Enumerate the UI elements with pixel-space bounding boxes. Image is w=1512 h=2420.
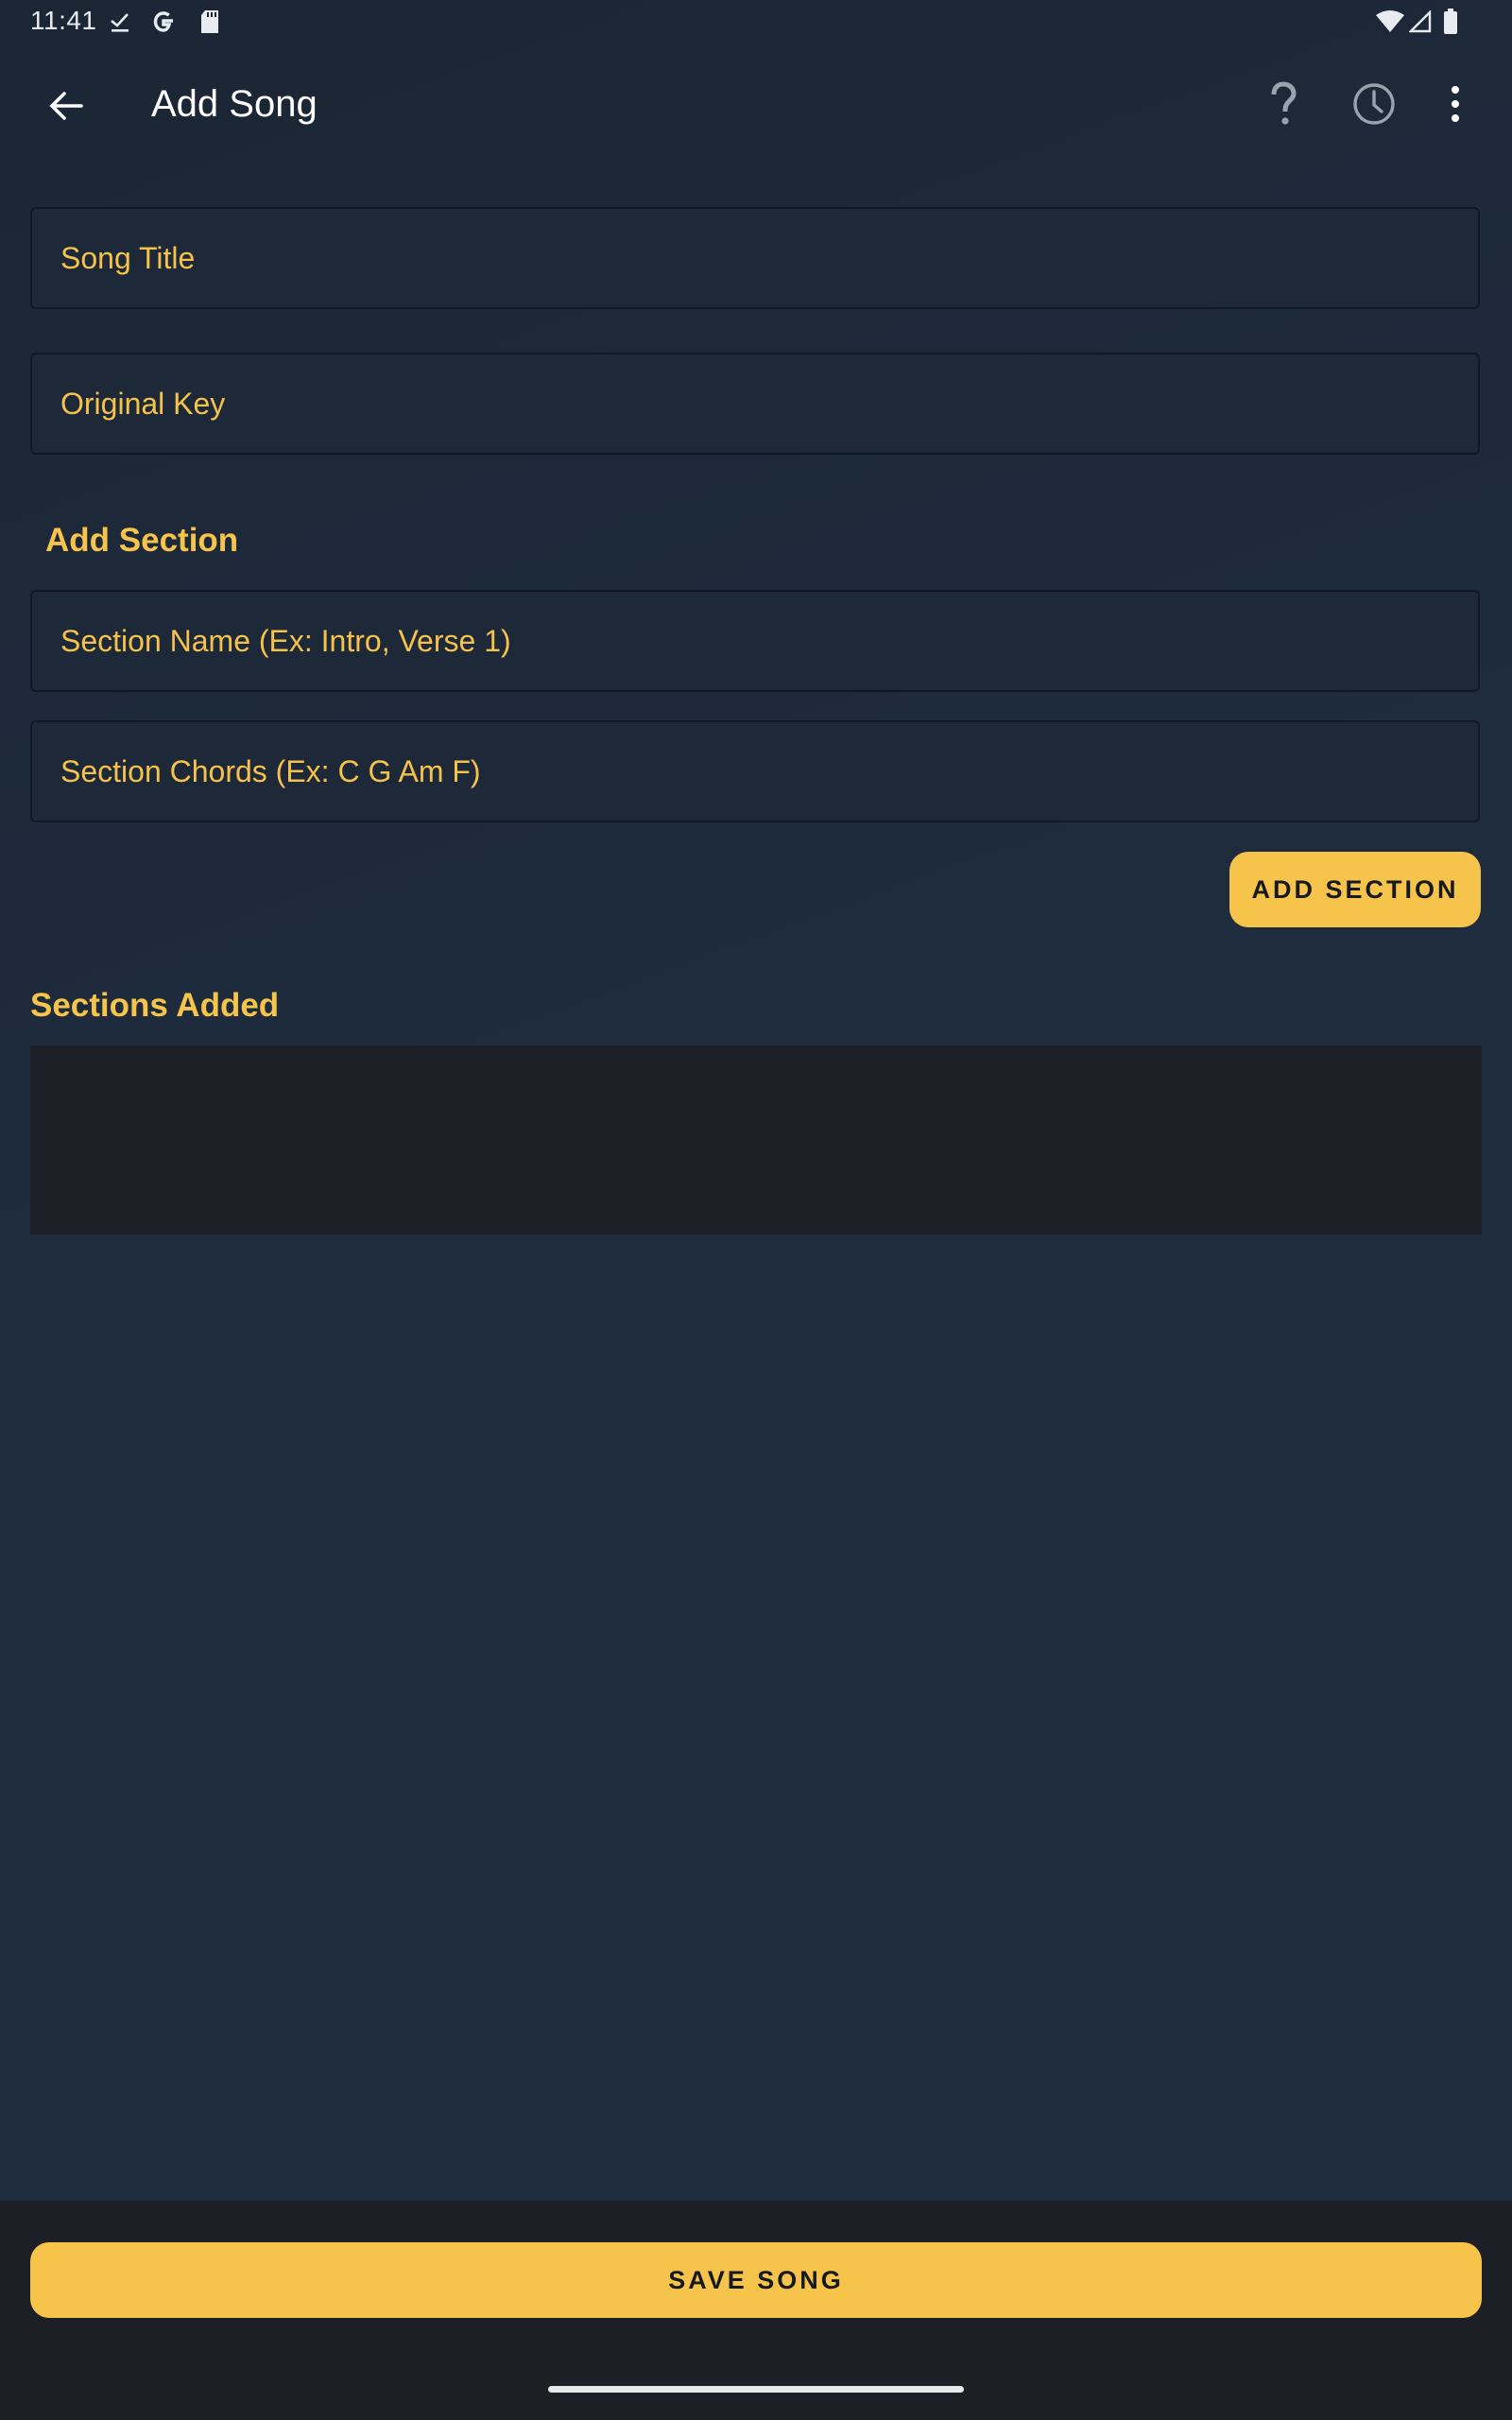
more-vert-icon (1450, 85, 1461, 128)
cell-signal-icon (1408, 8, 1433, 36)
original-key-field[interactable] (30, 353, 1480, 455)
google-icon (149, 8, 178, 36)
home-indicator[interactable] (548, 2386, 964, 2393)
help-button[interactable] (1253, 76, 1314, 136)
section-chords-field[interactable] (30, 720, 1480, 822)
wifi-icon (1374, 8, 1406, 36)
song-title-input[interactable] (32, 209, 1478, 307)
song-title-field[interactable] (30, 207, 1480, 309)
help-icon (1266, 80, 1300, 131)
add-section-heading: Add Section (45, 522, 239, 559)
sections-added-heading: Sections Added (30, 987, 280, 1024)
section-name-input[interactable] (32, 592, 1478, 690)
back-arrow-icon (47, 89, 85, 128)
add-section-button[interactable]: ADD SECTION (1229, 852, 1481, 927)
back-button[interactable] (36, 78, 96, 138)
sd-card-icon (198, 8, 221, 36)
section-chords-input[interactable] (32, 722, 1478, 821)
history-button[interactable] (1344, 76, 1404, 136)
sections-added-list (30, 1046, 1482, 1235)
status-bar: 11:41 (0, 0, 1512, 45)
history-icon (1351, 81, 1397, 131)
section-name-field[interactable] (30, 590, 1480, 692)
battery-icon (1442, 8, 1459, 36)
download-done-icon (110, 8, 130, 36)
save-song-button[interactable]: SAVE SONG (30, 2242, 1482, 2318)
status-time: 11:41 (30, 6, 97, 35)
original-key-input[interactable] (32, 354, 1478, 453)
page-title: Add Song (151, 83, 318, 125)
more-options-button[interactable] (1425, 76, 1486, 136)
